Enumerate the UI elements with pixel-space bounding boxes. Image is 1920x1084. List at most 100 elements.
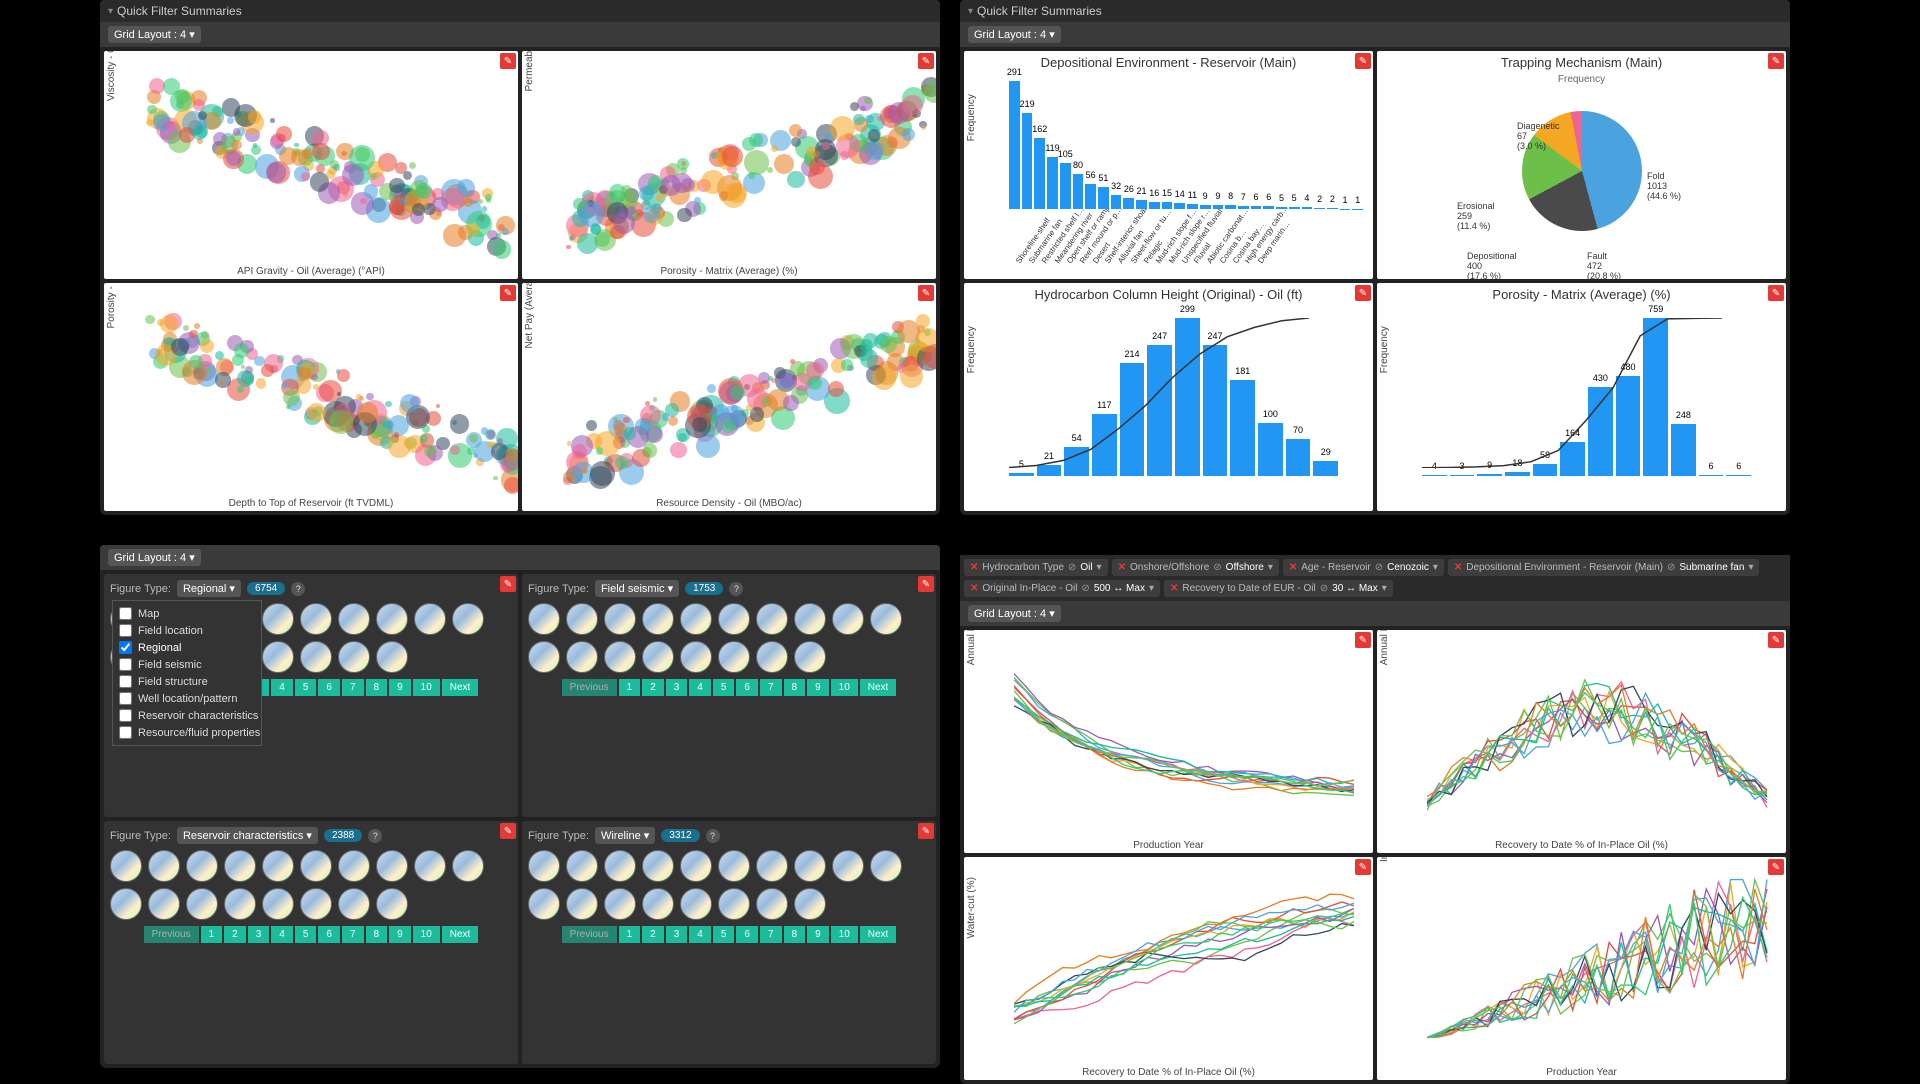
collapse-icon[interactable]: ▾	[108, 6, 113, 17]
edit-icon[interactable]: ✎	[918, 823, 934, 839]
edit-icon[interactable]: ✎	[500, 576, 516, 592]
thumbnail[interactable]	[224, 888, 256, 920]
thumbnail[interactable]	[528, 888, 560, 920]
thumbnail[interactable]	[794, 603, 826, 635]
thumbnail[interactable]	[604, 888, 636, 920]
figure-type-dropdown[interactable]: Field seismic	[595, 580, 679, 597]
filter-chip[interactable]: ✕Depositional Environment - Reservoir (M…	[1448, 559, 1760, 576]
edit-icon[interactable]: ✎	[500, 53, 516, 69]
pager-btn[interactable]: 9	[389, 926, 411, 943]
panel-header[interactable]: ▾ Quick Filter Summaries	[960, 0, 1790, 22]
pager-btn[interactable]: 4	[689, 679, 711, 696]
filter-chip[interactable]: ✕Onshore/Offshore⊘Offshore	[1112, 559, 1279, 576]
thumbnail[interactable]	[528, 603, 560, 635]
pager-btn[interactable]: Next	[860, 926, 897, 943]
edit-icon[interactable]: ✎	[918, 285, 934, 301]
help-icon[interactable]: ?	[706, 829, 720, 843]
pager-btn[interactable]: 9	[389, 679, 411, 696]
pager-btn[interactable]: 8	[784, 679, 806, 696]
thumbnail[interactable]	[300, 888, 332, 920]
thumbnail[interactable]	[566, 850, 598, 882]
thumbnail[interactable]	[680, 888, 712, 920]
panel-header[interactable]: ▾ Quick Filter Summaries	[100, 0, 940, 22]
collapse-icon[interactable]: ▾	[968, 6, 973, 17]
pager-btn[interactable]: 1	[619, 679, 641, 696]
pager-btn[interactable]: 8	[784, 926, 806, 943]
thumbnail[interactable]	[376, 888, 408, 920]
menu-item[interactable]: Well location/pattern	[117, 690, 257, 707]
close-icon[interactable]: ✕	[1170, 583, 1178, 594]
pager-btn[interactable]: 7	[342, 679, 364, 696]
thumbnail[interactable]	[148, 888, 180, 920]
edit-icon[interactable]: ✎	[918, 576, 934, 592]
thumbnail[interactable]	[566, 641, 598, 673]
thumbnail[interactable]	[718, 603, 750, 635]
edit-icon[interactable]: ✎	[1768, 632, 1784, 648]
thumbnail[interactable]	[642, 888, 674, 920]
thumbnail[interactable]	[566, 603, 598, 635]
thumbnail[interactable]	[110, 888, 142, 920]
figure-type-dropdown[interactable]: Regional	[177, 580, 241, 597]
thumbnail[interactable]	[756, 603, 788, 635]
thumbnail[interactable]	[832, 603, 864, 635]
grid-layout-dropdown[interactable]: Grid Layout : 4	[108, 549, 201, 566]
thumbnail[interactable]	[794, 888, 826, 920]
pager-btn[interactable]: 5	[295, 926, 317, 943]
pager-btn[interactable]: 8	[366, 679, 388, 696]
edit-icon[interactable]: ✎	[918, 53, 934, 69]
thumbnail[interactable]	[642, 641, 674, 673]
filter-chip[interactable]: ✕Age - Reservoir⊘Cenozoic	[1283, 559, 1444, 576]
pager-btn[interactable]: 2	[642, 679, 664, 696]
thumbnail[interactable]	[300, 603, 332, 635]
thumbnail[interactable]	[262, 850, 294, 882]
edit-icon[interactable]: ✎	[1355, 285, 1371, 301]
thumbnail[interactable]	[680, 641, 712, 673]
pager-btn[interactable]: 7	[342, 926, 364, 943]
thumbnail[interactable]	[528, 641, 560, 673]
pager-btn[interactable]: 3	[248, 926, 270, 943]
thumbnail[interactable]	[870, 850, 902, 882]
thumbnail[interactable]	[604, 850, 636, 882]
thumbnail[interactable]	[186, 850, 218, 882]
menu-item[interactable]: Resource/fluid properties	[117, 724, 257, 741]
help-icon[interactable]: ?	[729, 582, 743, 596]
pager-btn[interactable]: Next	[442, 926, 479, 943]
help-icon[interactable]: ?	[291, 582, 305, 596]
pager-btn[interactable]: 7	[760, 679, 782, 696]
pager-btn[interactable]: 6	[736, 926, 758, 943]
close-icon[interactable]: ✕	[1454, 562, 1462, 573]
thumbnail[interactable]	[680, 850, 712, 882]
close-icon[interactable]: ✕	[1289, 562, 1297, 573]
menu-item[interactable]: Field seismic	[117, 656, 257, 673]
pager-btn[interactable]: 3	[666, 926, 688, 943]
pager-btn[interactable]: 2	[642, 926, 664, 943]
pager-btn[interactable]: 10	[413, 679, 440, 696]
close-icon[interactable]: ✕	[970, 583, 978, 594]
thumbnail[interactable]	[186, 888, 218, 920]
pager-btn[interactable]: 1	[201, 926, 223, 943]
pager-btn[interactable]: Next	[860, 679, 897, 696]
thumbnail[interactable]	[338, 603, 370, 635]
thumbnail[interactable]	[414, 850, 446, 882]
pager-btn[interactable]: 3	[666, 679, 688, 696]
thumbnail[interactable]	[756, 850, 788, 882]
thumbnail[interactable]	[376, 641, 408, 673]
filter-chip[interactable]: ✕Hydrocarbon Type⊘Oil	[964, 559, 1108, 576]
pager-btn[interactable]: 10	[831, 679, 858, 696]
thumbnail[interactable]	[452, 603, 484, 635]
help-icon[interactable]: ?	[368, 829, 382, 843]
pager-btn[interactable]: 8	[366, 926, 388, 943]
thumbnail[interactable]	[376, 603, 408, 635]
pager-btn[interactable]: 10	[413, 926, 440, 943]
thumbnail[interactable]	[604, 603, 636, 635]
pager-btn[interactable]: Previous	[144, 926, 199, 943]
grid-layout-dropdown[interactable]: Grid Layout : 4	[108, 26, 201, 43]
thumbnail[interactable]	[794, 850, 826, 882]
thumbnail[interactable]	[794, 641, 826, 673]
close-icon[interactable]: ✕	[1118, 562, 1126, 573]
pager-btn[interactable]: 7	[760, 926, 782, 943]
thumbnail[interactable]	[718, 850, 750, 882]
pager-btn[interactable]: Next	[442, 679, 479, 696]
menu-item[interactable]: Field location	[117, 622, 257, 639]
edit-icon[interactable]: ✎	[1355, 859, 1371, 875]
